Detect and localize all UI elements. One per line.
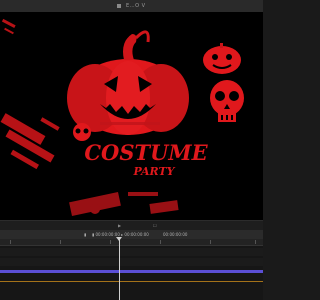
timeline-header: ▮ ▮ 00:00:00:00 ▸ 00:00:00:00 00:00:00:0…: [0, 230, 263, 239]
poster-artwork: COSTUME PARTY: [0, 12, 263, 220]
timeline-track[interactable]: [0, 258, 263, 266]
poster-subline: PARTY: [133, 165, 176, 178]
timeline-ruler[interactable]: [0, 239, 263, 246]
preview-viewer[interactable]: COSTUME PARTY: [0, 12, 263, 220]
timeline-track[interactable]: [0, 248, 263, 256]
timeline-header-left: ▮: [84, 232, 87, 237]
timecode-current[interactable]: 00:00:00:00: [163, 230, 187, 239]
video-clip-bar[interactable]: [0, 270, 263, 273]
timeline-tracks[interactable]: [0, 246, 263, 300]
poster-headline: COSTUME: [84, 140, 208, 165]
window-icon: [117, 4, 122, 8]
window-title: E…O V: [125, 3, 146, 9]
audio-marker-line: [0, 281, 263, 282]
skull-left-icon: [73, 123, 91, 141]
playhead[interactable]: [119, 239, 120, 300]
